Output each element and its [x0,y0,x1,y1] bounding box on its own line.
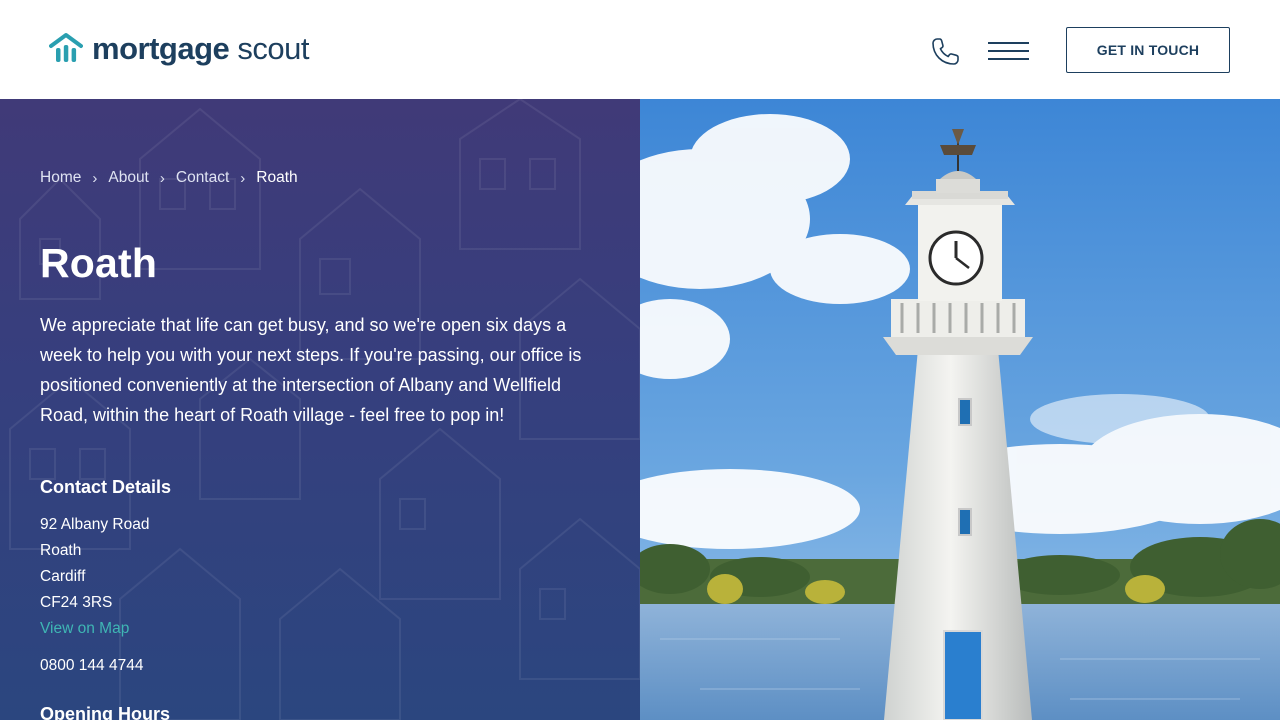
breadcrumb-about[interactable]: About [108,169,149,187]
opening-hours-heading: Opening Hours [40,704,170,720]
breadcrumb: Home › About › Contact › Roath [40,169,298,187]
view-on-map-link[interactable]: View on Map [40,616,149,642]
hamburger-menu-button[interactable] [988,42,1030,62]
phone-number-link[interactable]: 0800 144 4744 [40,657,143,675]
breadcrumb-separator: › [240,169,246,187]
get-in-touch-button[interactable]: GET IN TOUCH [1066,27,1230,73]
lighthouse-image [640,99,1280,720]
intro-paragraph: We appreciate that life can get busy, an… [40,315,582,425]
address-line: Roath [40,542,82,559]
logo-wordmark: mortgage scout [92,30,309,66]
breadcrumb-separator: › [92,169,98,187]
hamburger-icon [988,42,1030,60]
roath-lighthouse-photo [640,99,1280,720]
location-info-panel: Home › About › Contact › Roath Roath We … [0,99,640,720]
address-line: Cardiff [40,568,86,585]
address-line: 92 Albany Road [40,516,150,533]
breadcrumb-home[interactable]: Home [40,169,81,187]
site-header: mortgage scout GET IN TOUCH [0,0,1280,99]
breadcrumb-current: Roath [256,169,298,186]
contact-details-heading: Contact Details [40,477,172,497]
address-block: 92 Albany Road Roath Cardiff CF24 3RS Vi… [40,512,149,642]
phone-icon [932,38,959,65]
site-logo[interactable]: mortgage scout [49,31,309,65]
page-title: Roath [40,240,158,286]
breadcrumb-contact[interactable]: Contact [176,169,229,187]
address-postcode: CF24 3RS [40,594,113,611]
house-logo-icon [49,33,83,62]
breadcrumb-separator: › [159,169,165,187]
phone-button[interactable] [928,35,962,69]
